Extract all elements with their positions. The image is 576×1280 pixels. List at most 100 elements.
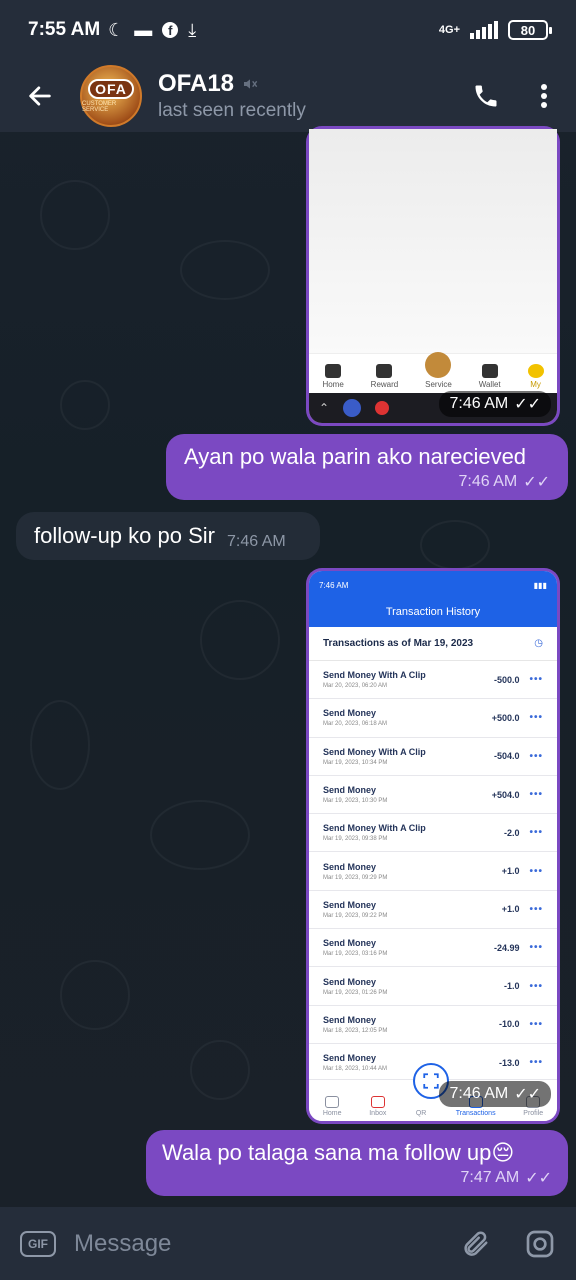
table-row: Send Money Mar 19, 2023, 01:26 PM -1.0 ••• bbox=[309, 967, 557, 1006]
back-button[interactable] bbox=[0, 60, 80, 132]
row-amount: -500.0 bbox=[493, 674, 520, 685]
status-time: 7:55 AM bbox=[28, 19, 101, 40]
signal-icon bbox=[470, 21, 498, 39]
nav-label: Home bbox=[322, 380, 344, 389]
nav-label: Home bbox=[322, 1110, 342, 1117]
double-check-icon: ✓✓ bbox=[525, 1170, 552, 1187]
table-row: Send Money Mar 20, 2023, 06:18 AM +500.0 ••… bbox=[309, 699, 557, 738]
row-date: Mar 20, 2023, 06:18 AM bbox=[323, 721, 388, 728]
table-row: Send Money Mar 18, 2023, 12:05 PM -10.0 ••• bbox=[309, 1006, 557, 1044]
transaction-list: Send Money With A Clip Mar 20, 2023, 06:2… bbox=[309, 661, 557, 1083]
row-amount: -504.0 bbox=[493, 751, 520, 762]
clock-icon: ◷ bbox=[534, 638, 543, 649]
facebook-icon: f bbox=[162, 22, 179, 38]
image-time-chip: 7:46 AM ✓✓ bbox=[439, 391, 551, 417]
image-message[interactable]: 7:46 AM ▮▮▮ Transaction History Transacti… bbox=[306, 568, 560, 1124]
row-date: Mar 19, 2023, 09:22 PM bbox=[323, 912, 388, 919]
avatar-logo: OFA bbox=[88, 79, 134, 99]
row-amount: +500.0 bbox=[491, 712, 520, 723]
row-title: Send Money bbox=[323, 708, 377, 719]
heading-text: Transactions as of Mar 19, 2023 bbox=[323, 638, 474, 649]
arrow-left-icon bbox=[29, 86, 51, 106]
record-icon bbox=[375, 401, 390, 415]
table-row: Send Money With A Clip Mar 19, 2023, 10:3… bbox=[309, 738, 557, 776]
outgoing-message[interactable]: Wala po talaga sana ma follow up😔 7:47 A… bbox=[146, 1130, 568, 1196]
row-date: Mar 19, 2023, 09:29 PM bbox=[323, 874, 388, 881]
row-amount: +1.0 bbox=[501, 904, 520, 915]
row-date: Mar 18, 2023, 12:05 PM bbox=[323, 1027, 388, 1034]
contact-status: last seen recently bbox=[158, 100, 306, 121]
row-title: Send Money With A Clip bbox=[323, 746, 426, 757]
row-date: Mar 19, 2023, 10:30 PM bbox=[323, 798, 388, 805]
screenshot-time: 7:46 AM bbox=[319, 580, 349, 590]
more-icon: ••• bbox=[529, 980, 543, 992]
row-amount: -13.0 bbox=[498, 1057, 520, 1068]
message-input[interactable]: Message bbox=[74, 1230, 171, 1258]
message-input-bar: GIF Message bbox=[0, 1207, 576, 1280]
row-title: Send Money bbox=[323, 938, 377, 949]
image-time-chip: 7:46 AM ✓✓ bbox=[439, 1081, 551, 1107]
more-icon: ••• bbox=[529, 903, 543, 915]
more-icon: ••• bbox=[529, 942, 543, 954]
incoming-message[interactable]: follow-up ko po Sir 7:46 AM bbox=[16, 512, 320, 560]
nav-label: Profile bbox=[523, 1110, 544, 1117]
table-row: Send Money With A Clip Mar 20, 2023, 06:2… bbox=[309, 661, 557, 700]
nav-label: Wallet bbox=[478, 380, 501, 389]
attachment-icon[interactable] bbox=[460, 1229, 490, 1259]
chat-header: OFA CUSTOMER SERVICE OFA18 last seen rec… bbox=[0, 60, 576, 132]
row-amount: +504.0 bbox=[491, 789, 520, 800]
row-title: Send Money bbox=[323, 1014, 377, 1025]
more-icon: ••• bbox=[529, 1018, 543, 1030]
outgoing-message[interactable]: Ayan po wala parin ako narecieved 7:46 A… bbox=[166, 434, 568, 500]
screenshot-nav: Home Reward Service Wallet My bbox=[309, 352, 557, 393]
chevron-up-icon: ⌃ bbox=[319, 401, 330, 415]
avatar-subtext: CUSTOMER SERVICE bbox=[82, 101, 117, 113]
image-message[interactable]: Home Reward Service Wallet My ⌃ 7:46 AM … bbox=[306, 126, 560, 426]
message-time: 7:46 AM bbox=[449, 1085, 509, 1102]
contact-info[interactable]: OFA18 last seen recently bbox=[158, 70, 306, 122]
more-icon: ••• bbox=[529, 1057, 543, 1069]
screenshot-heading: Transactions as of Mar 19, 2023 ◷ bbox=[309, 627, 557, 661]
row-date: Mar 19, 2023, 10:34 PM bbox=[323, 759, 388, 766]
phone-icon[interactable] bbox=[472, 82, 500, 110]
message-time: 7:46 AM bbox=[226, 533, 286, 550]
nav-label: Service bbox=[425, 380, 452, 389]
message-text: follow-up ko po Sir bbox=[34, 523, 215, 548]
table-row: Send Money With A Clip Mar 19, 2023, 09:3… bbox=[309, 814, 557, 853]
message-time: 7:46 AM bbox=[458, 473, 518, 490]
screenshot-status-bar: 7:46 AM ▮▮▮ bbox=[309, 571, 557, 599]
row-amount: -24.99 bbox=[493, 942, 520, 953]
nav-label: Transactions bbox=[455, 1110, 496, 1117]
more-icon: ••• bbox=[529, 789, 543, 801]
double-check-icon: ✓✓ bbox=[514, 396, 541, 413]
row-amount: -10.0 bbox=[498, 1019, 520, 1030]
moon-icon: ☾ bbox=[108, 19, 125, 40]
battery-icon: 80 bbox=[508, 20, 552, 40]
table-row: Send Money Mar 19, 2023, 09:22 PM +1.0 ••• bbox=[309, 891, 557, 930]
screenshot-title: Transaction History bbox=[309, 599, 557, 627]
row-amount: -1.0 bbox=[503, 981, 520, 992]
camera-icon[interactable] bbox=[524, 1228, 556, 1260]
app-icon bbox=[343, 399, 362, 417]
row-title: Send Money bbox=[323, 1053, 377, 1064]
row-title: Send Money bbox=[323, 976, 377, 987]
more-icon: ••• bbox=[529, 750, 543, 762]
avatar[interactable]: OFA CUSTOMER SERVICE bbox=[80, 65, 142, 127]
muted-icon bbox=[244, 79, 258, 89]
table-row: Send Money Mar 19, 2023, 10:30 PM +504.0 ••… bbox=[309, 776, 557, 815]
more-vertical-icon[interactable] bbox=[540, 83, 548, 109]
gif-button[interactable]: GIF bbox=[20, 1230, 56, 1257]
table-row: Send Money Mar 19, 2023, 03:16 PM -24.99 ••… bbox=[309, 929, 557, 968]
row-amount: +1.0 bbox=[501, 866, 520, 877]
nav-label: My bbox=[530, 380, 541, 389]
row-date: Mar 19, 2023, 09:38 PM bbox=[323, 836, 388, 843]
row-title: Send Money bbox=[323, 785, 377, 796]
contact-name: OFA18 bbox=[158, 70, 235, 97]
row-date: Mar 20, 2023, 06:20 AM bbox=[323, 683, 388, 690]
network-type: 4G+ bbox=[438, 24, 460, 36]
double-check-icon: ✓✓ bbox=[514, 1086, 541, 1103]
nav-label: QR bbox=[415, 1110, 427, 1117]
more-icon: ••• bbox=[529, 865, 543, 877]
row-title: Send Money bbox=[323, 861, 377, 872]
row-amount: -2.0 bbox=[503, 827, 520, 838]
